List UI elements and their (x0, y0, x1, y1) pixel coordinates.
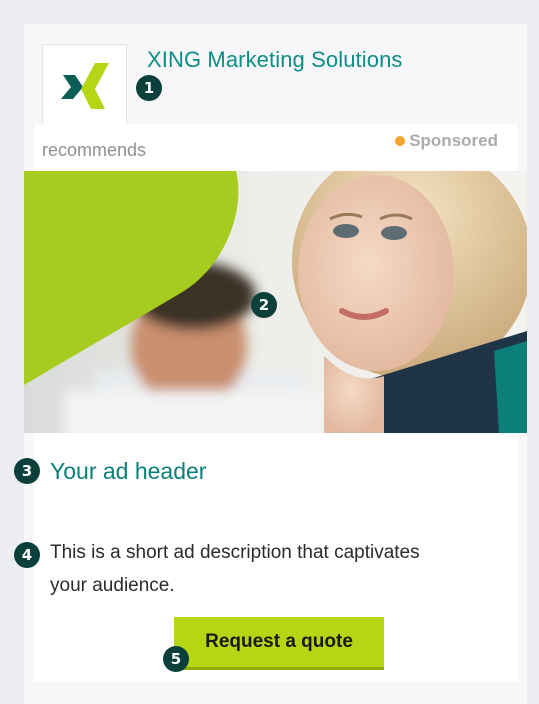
annotation-marker-2: 2 (251, 292, 277, 318)
company-name[interactable]: XING Marketing Solutions (147, 47, 403, 73)
ad-description: This is a short ad description that capt… (50, 542, 420, 596)
sponsored-dot-icon (395, 136, 406, 146)
annotation-marker-5: 5 (163, 646, 189, 672)
company-logo[interactable] (42, 44, 127, 128)
recommends-label: recommends (42, 140, 147, 160)
xing-logo-icon (60, 63, 109, 109)
ad-header[interactable]: Your ad header (50, 458, 206, 485)
sponsored-label: Sponsored (409, 131, 498, 150)
annotation-marker-3: 3 (14, 458, 40, 484)
annotation-marker-4: 4 (14, 542, 40, 568)
request-quote-button[interactable]: Request a quote (174, 617, 384, 670)
sponsored-badge: Sponsored (395, 131, 498, 151)
annotation-marker-1: 1 (136, 75, 162, 101)
